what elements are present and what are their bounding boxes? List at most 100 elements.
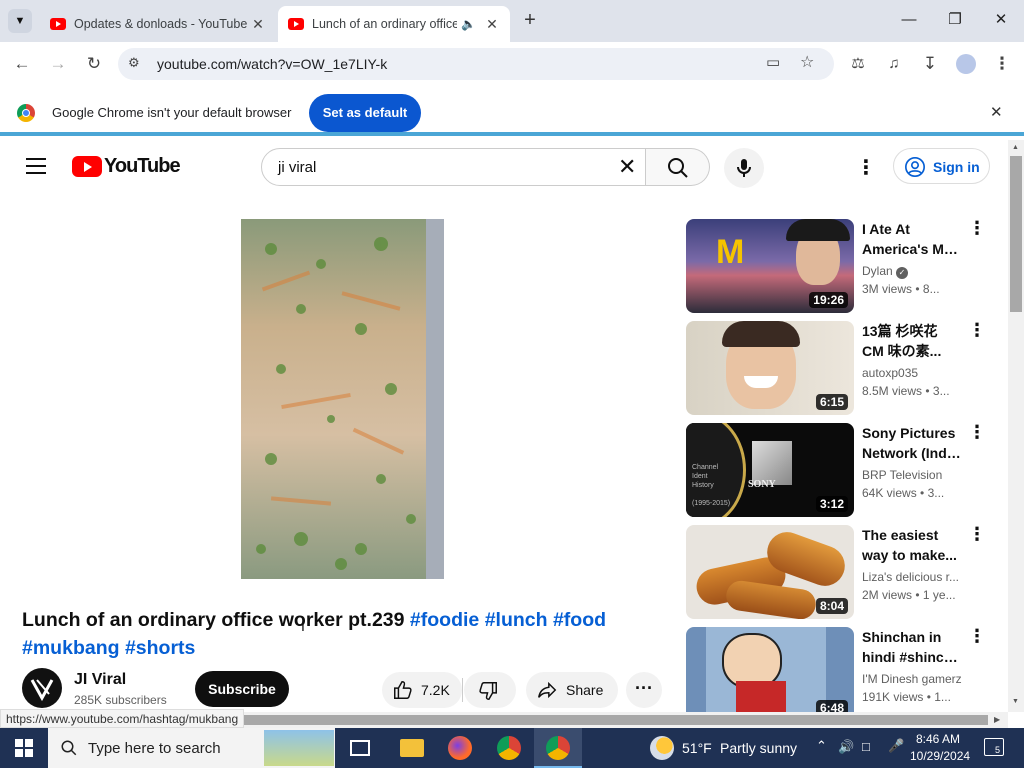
search-input[interactable]: ji viral ✕	[261, 148, 646, 186]
video-thumbnail[interactable]: M 19:26	[686, 219, 854, 313]
tab-updates[interactable]: Opdates & donloads - YouTube ✕	[40, 6, 276, 42]
url-text[interactable]: youtube.com/watch?v=OW_1e7LIY-k	[157, 56, 387, 72]
maximize-button[interactable]: ❐	[940, 8, 970, 32]
recommendation-item[interactable]: Channel Ident History (1995-2015) SONY 3:12…	[686, 423, 996, 517]
hashtag-link[interactable]: #foodie	[410, 609, 479, 631]
hashtag-link[interactable]: #food	[553, 609, 606, 631]
taskbar-search-placeholder: Type here to search	[88, 740, 221, 757]
close-window-button[interactable]: ✕	[986, 8, 1016, 32]
set-default-button[interactable]: Set as default	[309, 94, 421, 132]
scrollbar-thumb[interactable]	[1010, 156, 1022, 312]
share-button[interactable]: Share	[526, 672, 618, 708]
download-icon[interactable]: ↧	[916, 50, 944, 78]
bookmark-star-icon[interactable]: ☆	[800, 52, 814, 72]
video-title: Lunch of an ordinary office worker pt.23…	[22, 606, 662, 662]
task-view-icon[interactable]	[350, 740, 370, 756]
subscribe-button[interactable]: Subscribe	[195, 671, 289, 707]
tab-title: Opdates & donloads - YouTube	[74, 17, 248, 31]
search-icon	[668, 158, 688, 178]
taskbar-search-box[interactable]: Type here to search	[48, 728, 335, 768]
channel-name[interactable]: JI Viral	[74, 671, 126, 689]
tab-search-button[interactable]: ▼	[8, 9, 32, 33]
microphone-icon[interactable]: 🎤	[888, 738, 904, 754]
new-tab-button[interactable]: +	[518, 9, 542, 33]
more-actions-button[interactable]: ···	[626, 672, 662, 708]
close-infobar-icon[interactable]: ✕	[990, 103, 1003, 121]
more-options-icon[interactable]: ⋮	[968, 219, 986, 237]
search-query[interactable]: ji viral	[278, 159, 316, 176]
firefox-icon[interactable]	[448, 736, 472, 760]
title-line: The easiest	[862, 527, 939, 543]
back-button[interactable]: ←	[8, 50, 36, 78]
recommendation-channel[interactable]: autoxp035	[862, 366, 962, 380]
video-thumbnail[interactable]: Channel Ident History (1995-2015) SONY 3:12	[686, 423, 854, 517]
more-horizontal-icon: ···	[635, 678, 653, 698]
recommendation-item[interactable]: 6:15 13篇 杉咲花 CM 味の素... autoxp035 8.5M vi…	[686, 321, 996, 415]
address-bar[interactable]: ⚙ youtube.com/watch?v=OW_1e7LIY-k ▭ ☆	[118, 48, 834, 80]
like-button[interactable]: 7.2K	[382, 672, 462, 708]
thumbs-down-icon	[479, 682, 497, 700]
chrome-profile-icon[interactable]	[546, 736, 570, 760]
recommendation-item[interactable]: M 19:26 I Ate At America's Mo... Dylan ✓…	[686, 219, 996, 313]
video-thumbnail[interactable]: 6:48	[686, 627, 854, 712]
site-info-icon[interactable]: ⚙	[128, 55, 140, 71]
forward-button[interactable]: →	[44, 50, 72, 78]
notification-center-icon[interactable]: 5	[984, 738, 1004, 756]
sign-in-button[interactable]: Sign in	[893, 148, 990, 184]
more-options-icon[interactable]: ⋮	[968, 423, 986, 441]
scroll-up-arrow-icon[interactable]: ▲	[1012, 144, 1019, 151]
weather-temperature[interactable]: 51°F	[682, 740, 712, 756]
recommendation-item[interactable]: 8:04 The easiest way to make... Liza's d…	[686, 525, 996, 619]
upload-age: 8...	[922, 282, 940, 296]
more-options-icon[interactable]: ⋮	[968, 525, 986, 543]
dislike-button[interactable]	[464, 672, 516, 708]
video-title-text: Lunch of an ordinary office worker pt.23…	[22, 609, 405, 631]
scroll-down-arrow-icon[interactable]: ▼	[1012, 698, 1019, 705]
video-thumbnail[interactable]: 8:04	[686, 525, 854, 619]
search-button[interactable]	[646, 148, 710, 186]
chrome-menu-icon[interactable]: ⋮	[988, 50, 1016, 78]
recommendation-channel[interactable]: BRP Television	[862, 468, 962, 482]
hashtag-link[interactable]: #mukbang	[22, 637, 120, 659]
labs-icon[interactable]: ⚖	[844, 50, 872, 78]
video-thumbnail[interactable]: 6:15	[686, 321, 854, 415]
clock-time[interactable]: 8:46 AM	[916, 732, 960, 746]
chevron-up-icon[interactable]: ⌃	[816, 738, 827, 754]
reload-button[interactable]: ↻	[80, 50, 108, 78]
start-button[interactable]	[0, 728, 48, 768]
title-line: Network (Indi...	[862, 445, 962, 461]
speaker-icon[interactable]: 🔈	[461, 17, 476, 31]
tab-lunch[interactable]: Lunch of an ordinary office 🔈 ✕	[278, 6, 510, 42]
settings-menu-icon[interactable]: ⋮	[856, 155, 876, 180]
media-control-icon[interactable]: ♫	[880, 50, 908, 78]
profile-avatar[interactable]	[956, 54, 976, 74]
weather-icon[interactable]	[650, 736, 674, 760]
more-options-icon[interactable]: ⋮	[968, 627, 986, 645]
recommendation-channel[interactable]: I'M Dinesh gamerz	[862, 672, 962, 686]
hashtag-link[interactable]: #shorts	[125, 637, 195, 659]
clear-search-icon[interactable]: ✕	[618, 154, 636, 180]
recommendation-item[interactable]: 6:48 Shinchan in hindi #shinch... I'M Di…	[686, 627, 996, 712]
close-tab-icon[interactable]: ✕	[484, 16, 500, 33]
minimize-button[interactable]: —	[894, 8, 924, 32]
network-icon[interactable]: □	[862, 739, 870, 754]
recommendation-meta: 3M views • 8...	[862, 282, 940, 296]
recommendation-channel[interactable]: Liza's delicious r...	[862, 570, 962, 584]
recommendation-channel[interactable]: Dylan ✓	[862, 264, 962, 279]
more-options-icon[interactable]: ⋮	[968, 321, 986, 339]
close-tab-icon[interactable]: ✕	[250, 16, 266, 33]
hashtag-link[interactable]: #lunch	[485, 609, 548, 631]
chrome-icon[interactable]	[497, 736, 521, 760]
weather-description[interactable]: Partly sunny	[720, 740, 797, 756]
channel-avatar[interactable]	[22, 668, 62, 708]
vertical-scrollbar[interactable]: ▲ ▼	[1008, 140, 1024, 712]
clock-date[interactable]: 10/29/2024	[910, 749, 970, 763]
hamburger-menu-icon[interactable]	[26, 158, 46, 174]
file-explorer-icon[interactable]	[400, 739, 424, 757]
install-app-icon[interactable]: ▭	[766, 53, 780, 71]
video-player[interactable]	[241, 219, 444, 579]
voice-search-button[interactable]	[724, 148, 764, 188]
scroll-right-arrow-icon[interactable]: ▶	[994, 715, 1000, 724]
volume-icon[interactable]: 🔊	[838, 739, 854, 755]
upload-age: 3...	[927, 486, 945, 500]
